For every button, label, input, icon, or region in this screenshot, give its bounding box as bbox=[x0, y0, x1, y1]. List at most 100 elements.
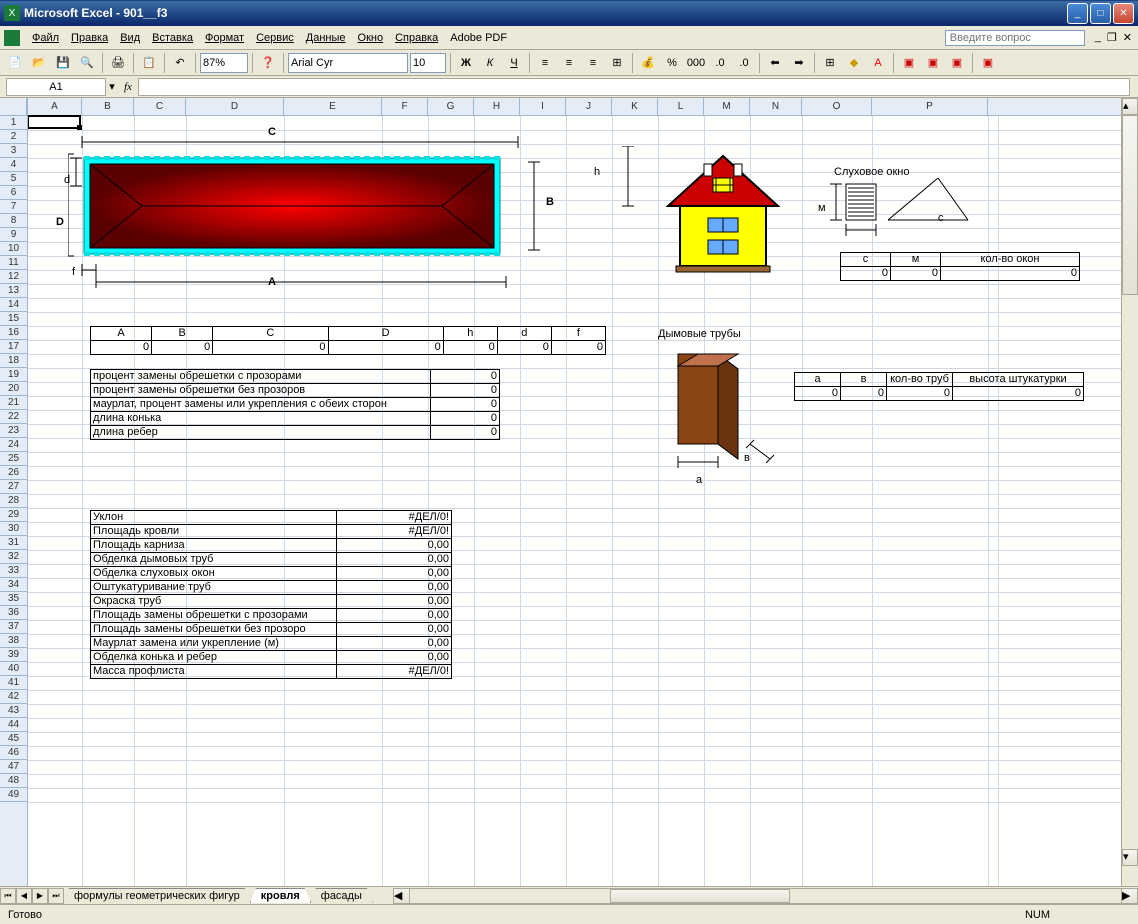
vertical-scrollbar[interactable]: ▴ ▾ bbox=[1121, 98, 1138, 886]
col-header-J[interactable]: J bbox=[566, 98, 612, 115]
row-header-1[interactable]: 1 bbox=[0, 116, 27, 130]
row-header-28[interactable]: 28 bbox=[0, 494, 27, 508]
maximize-button[interactable]: □ bbox=[1090, 3, 1111, 24]
align-left-button[interactable]: ≡ bbox=[534, 52, 556, 74]
row-header-42[interactable]: 42 bbox=[0, 690, 27, 704]
paste-button[interactable]: 📋 bbox=[138, 52, 160, 74]
row-header-32[interactable]: 32 bbox=[0, 550, 27, 564]
menu-file[interactable]: Файл bbox=[26, 30, 65, 46]
tab-nav-last[interactable]: ⏭ bbox=[48, 888, 64, 904]
row-header-38[interactable]: 38 bbox=[0, 634, 27, 648]
indent-inc-button[interactable]: ➡ bbox=[788, 52, 810, 74]
menu-data[interactable]: Данные bbox=[300, 30, 352, 46]
row-header-11[interactable]: 11 bbox=[0, 256, 27, 270]
zoom-combo[interactable] bbox=[200, 53, 248, 73]
pdf-button-3[interactable]: ▣ bbox=[946, 52, 968, 74]
scroll-up-button[interactable]: ▴ bbox=[1122, 98, 1138, 115]
dormer-table[interactable]: смкол-во окон 000 bbox=[840, 252, 1080, 281]
mdi-minimize[interactable]: _ bbox=[1093, 31, 1103, 44]
indent-dec-button[interactable]: ⬅ bbox=[764, 52, 786, 74]
underline-button[interactable]: Ч bbox=[503, 52, 525, 74]
font-combo[interactable] bbox=[288, 53, 408, 73]
print-button[interactable]: 🖨 bbox=[107, 52, 129, 74]
row-header-47[interactable]: 47 bbox=[0, 760, 27, 774]
select-all-corner[interactable] bbox=[0, 98, 27, 116]
row-header-45[interactable]: 45 bbox=[0, 732, 27, 746]
row-header-44[interactable]: 44 bbox=[0, 718, 27, 732]
formula-bar[interactable] bbox=[138, 78, 1130, 96]
row-header-22[interactable]: 22 bbox=[0, 410, 27, 424]
row-header-27[interactable]: 27 bbox=[0, 480, 27, 494]
row-header-26[interactable]: 26 bbox=[0, 466, 27, 480]
col-header-B[interactable]: B bbox=[82, 98, 134, 115]
new-button[interactable]: 📄 bbox=[4, 52, 26, 74]
row-header-25[interactable]: 25 bbox=[0, 452, 27, 466]
fontsize-combo[interactable] bbox=[410, 53, 446, 73]
row-header-37[interactable]: 37 bbox=[0, 620, 27, 634]
row-header-31[interactable]: 31 bbox=[0, 536, 27, 550]
row-header-34[interactable]: 34 bbox=[0, 578, 27, 592]
row-header-24[interactable]: 24 bbox=[0, 438, 27, 452]
row-header-29[interactable]: 29 bbox=[0, 508, 27, 522]
row-header-20[interactable]: 20 bbox=[0, 382, 27, 396]
row-header-4[interactable]: 4 bbox=[0, 158, 27, 172]
row-header-23[interactable]: 23 bbox=[0, 424, 27, 438]
row-header-35[interactable]: 35 bbox=[0, 592, 27, 606]
save-button[interactable]: 💾 bbox=[52, 52, 74, 74]
mdi-restore[interactable]: ❐ bbox=[1105, 31, 1119, 44]
decimal-inc-button[interactable]: .0 bbox=[709, 52, 731, 74]
percents-table[interactable]: процент замены обрешетки с прозорами0 пр… bbox=[90, 369, 500, 440]
menu-insert[interactable]: Вставка bbox=[146, 30, 199, 46]
row-header-46[interactable]: 46 bbox=[0, 746, 27, 760]
row-header-13[interactable]: 13 bbox=[0, 284, 27, 298]
col-header-N[interactable]: N bbox=[750, 98, 802, 115]
col-header-O[interactable]: O bbox=[802, 98, 872, 115]
merge-button[interactable]: ⊞ bbox=[606, 52, 628, 74]
grid[interactable]: C A B D d f h Слуховое окно bbox=[28, 116, 1121, 886]
decimal-dec-button[interactable]: .0 bbox=[733, 52, 755, 74]
row-header-21[interactable]: 21 bbox=[0, 396, 27, 410]
open-button[interactable]: 📂 bbox=[28, 52, 50, 74]
tab-nav-first[interactable]: ⏮ bbox=[0, 888, 16, 904]
scroll-thumb[interactable] bbox=[1122, 115, 1138, 295]
row-header-5[interactable]: 5 bbox=[0, 172, 27, 186]
row-header-16[interactable]: 16 bbox=[0, 326, 27, 340]
tab-nav-next[interactable]: ▶ bbox=[32, 888, 48, 904]
hscroll-thumb[interactable] bbox=[610, 889, 790, 903]
menu-format[interactable]: Формат bbox=[199, 30, 250, 46]
row-header-6[interactable]: 6 bbox=[0, 186, 27, 200]
row-header-15[interactable]: 15 bbox=[0, 312, 27, 326]
col-header-K[interactable]: K bbox=[612, 98, 658, 115]
name-box[interactable]: A1 bbox=[6, 78, 106, 96]
tab-formulas[interactable]: формулы геометрических фигур bbox=[63, 888, 251, 903]
menu-help[interactable]: Справка bbox=[389, 30, 444, 46]
col-header-A[interactable]: A bbox=[28, 98, 82, 115]
row-header-3[interactable]: 3 bbox=[0, 144, 27, 158]
undo-button[interactable]: ↶ bbox=[169, 52, 191, 74]
fx-icon[interactable]: fx bbox=[124, 81, 132, 93]
row-header-12[interactable]: 12 bbox=[0, 270, 27, 284]
scroll-left-button[interactable]: ◀ bbox=[393, 888, 410, 904]
horizontal-scrollbar[interactable]: ◀ ▶ bbox=[393, 888, 1138, 904]
italic-button[interactable]: К bbox=[479, 52, 501, 74]
question-input[interactable] bbox=[945, 30, 1085, 46]
menu-view[interactable]: Вид bbox=[114, 30, 146, 46]
close-button[interactable]: ✕ bbox=[1113, 3, 1134, 24]
bold-button[interactable]: Ж bbox=[455, 52, 477, 74]
col-header-P[interactable]: P bbox=[872, 98, 988, 115]
row-header-14[interactable]: 14 bbox=[0, 298, 27, 312]
scroll-right-button[interactable]: ▶ bbox=[1121, 888, 1138, 904]
col-header-L[interactable]: L bbox=[658, 98, 704, 115]
fill-color-button[interactable]: ◆ bbox=[843, 52, 865, 74]
row-header-40[interactable]: 40 bbox=[0, 662, 27, 676]
col-header-I[interactable]: I bbox=[520, 98, 566, 115]
align-right-button[interactable]: ≡ bbox=[582, 52, 604, 74]
pdf-button-2[interactable]: ▣ bbox=[922, 52, 944, 74]
results-table[interactable]: Уклон#ДЕЛ/0! Площадь кровли#ДЕЛ/0! Площа… bbox=[90, 510, 452, 679]
borders-button[interactable]: ⊞ bbox=[819, 52, 841, 74]
row-header-7[interactable]: 7 bbox=[0, 200, 27, 214]
menu-adobepdf[interactable]: Adobe PDF bbox=[444, 30, 513, 46]
col-header-M[interactable]: M bbox=[704, 98, 750, 115]
currency-button[interactable]: 💰 bbox=[637, 52, 659, 74]
row-header-8[interactable]: 8 bbox=[0, 214, 27, 228]
